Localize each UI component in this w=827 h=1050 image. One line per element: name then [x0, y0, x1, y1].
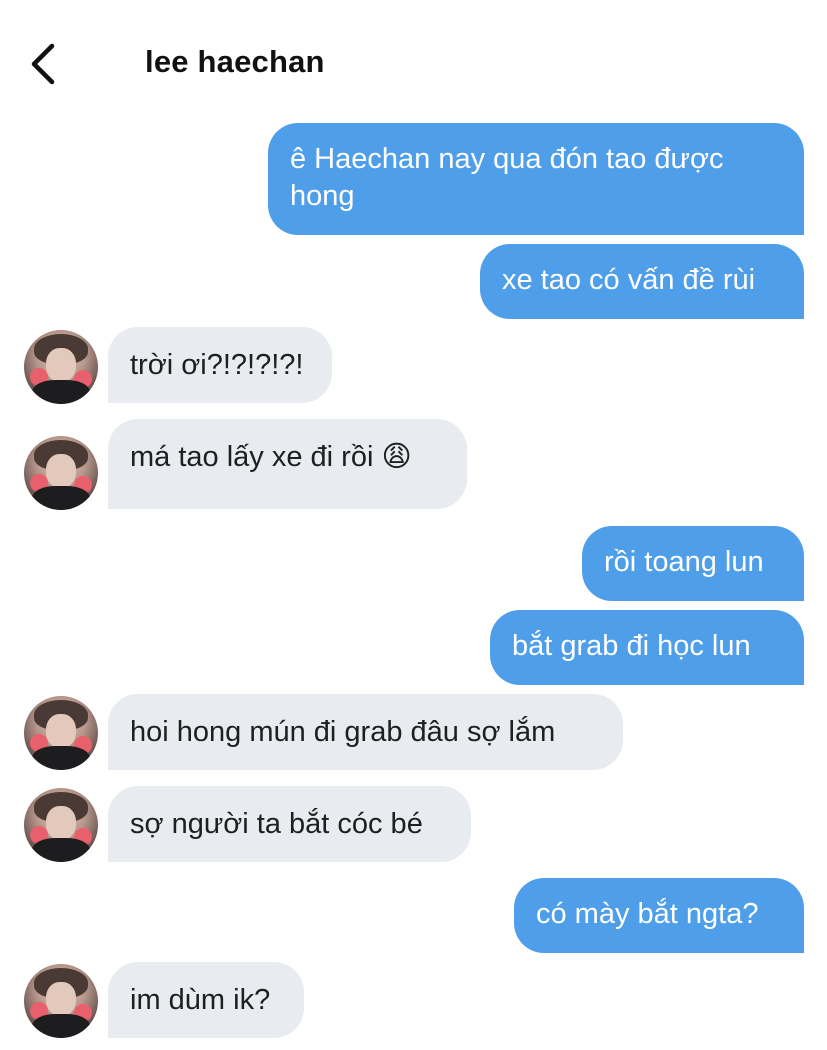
outgoing-message[interactable]: có mày bắt ngta?	[514, 878, 804, 953]
incoming-message[interactable]: im dùm ik?	[108, 962, 304, 1038]
chat-header: lee haechan	[0, 0, 827, 110]
contact-avatar[interactable]	[24, 696, 98, 770]
incoming-message[interactable]: hoi hong mún đi grab đâu sợ lắm	[108, 694, 623, 770]
chevron-left-icon	[31, 43, 55, 85]
incoming-message[interactable]: trời ơi?!?!?!?!	[108, 327, 332, 403]
outgoing-message[interactable]: xe tao có vấn đề rùi	[480, 244, 804, 319]
contact-avatar[interactable]	[24, 436, 98, 510]
outgoing-message[interactable]: rồi toang lun	[582, 526, 804, 601]
contact-avatar[interactable]	[24, 964, 98, 1038]
outgoing-message[interactable]: bắt grab đi học lun	[490, 610, 804, 685]
outgoing-message[interactable]: ê Haechan nay qua đón tao được hong	[268, 123, 804, 235]
contact-avatar[interactable]	[24, 788, 98, 862]
incoming-message[interactable]: má tao lấy xe đi rồi 😩	[108, 419, 467, 509]
back-button[interactable]	[22, 38, 66, 90]
contact-avatar[interactable]	[24, 330, 98, 404]
incoming-message[interactable]: sợ người ta bắt cóc bé	[108, 786, 471, 862]
contact-name: lee haechan	[145, 44, 325, 79]
